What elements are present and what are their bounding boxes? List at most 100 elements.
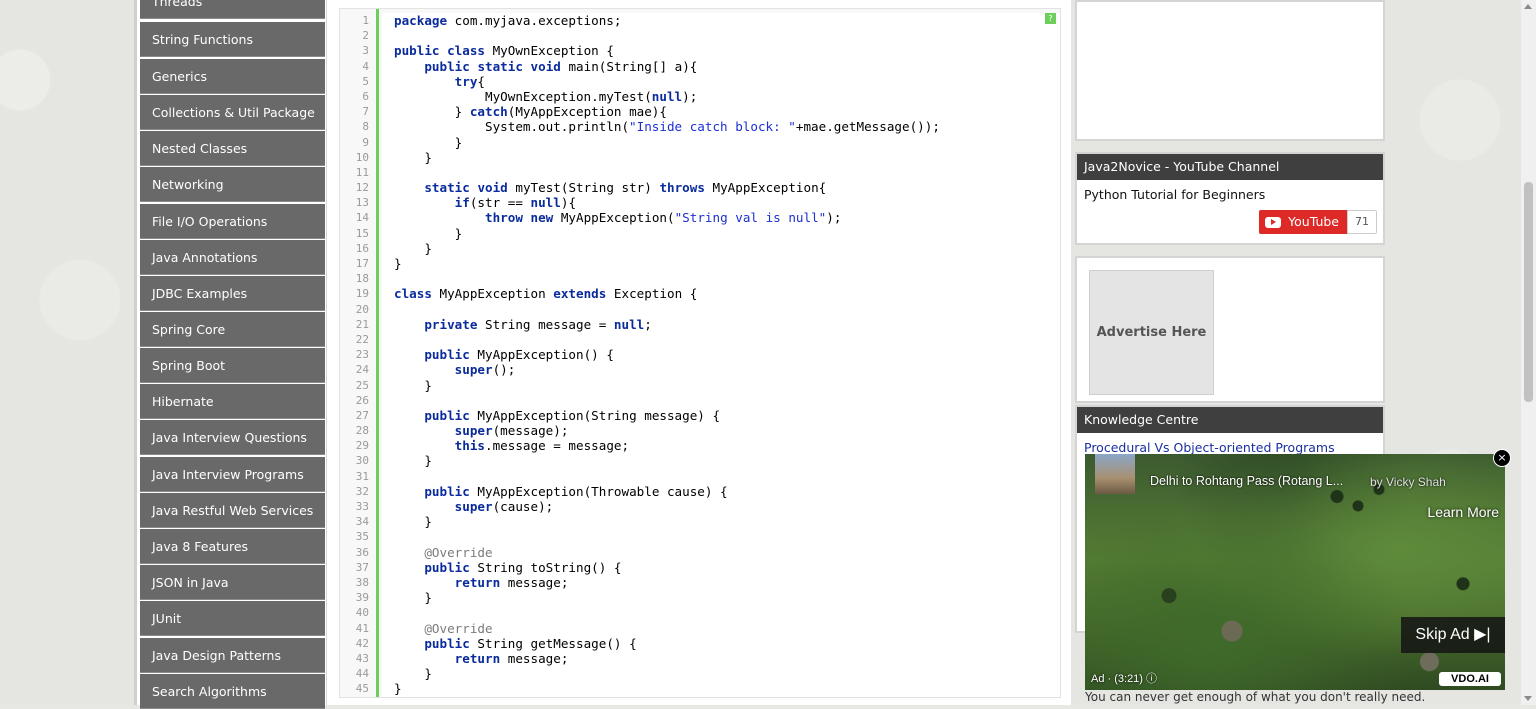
help-icon[interactable]: ?: [1045, 13, 1056, 24]
sidebar-item[interactable]: JUnit: [140, 601, 325, 636]
youtube-play-icon: [1265, 216, 1282, 228]
code-line: }: [394, 681, 402, 697]
code-line: MyOwnException.myTest(null);: [394, 88, 698, 104]
line-number: 4: [362, 59, 369, 73]
code-line: System.out.println("Inside catch block: …: [394, 119, 940, 135]
code-line: public MyAppException() {: [424, 347, 614, 363]
knowledge-centre-header: Knowledge Centre: [1077, 407, 1383, 433]
sidebar-item[interactable]: Networking: [140, 167, 325, 202]
line-number: 6: [362, 89, 369, 103]
ad-info: Ad · (3:21) ⓘ: [1091, 673, 1158, 685]
code-line: private String message = null;: [424, 316, 652, 332]
sidebar-item[interactable]: JDBC Examples: [140, 276, 325, 311]
vdo-ai-logo[interactable]: VDO.AI: [1439, 672, 1501, 686]
scroll-thumb[interactable]: [1524, 182, 1533, 402]
line-number: 44: [355, 667, 369, 681]
code-content: package com.myjava.exceptions; public cl…: [382, 13, 1060, 697]
line-number: 2: [362, 29, 369, 43]
code-line: }: [394, 225, 463, 241]
video-title[interactable]: Delhi to Rohtang Pass (Rotang L...: [1150, 474, 1343, 488]
sidebar-item[interactable]: File I/O Operations: [140, 204, 325, 239]
sidebar-item[interactable]: Search Algorithms: [140, 674, 325, 709]
code-line: super(cause);: [454, 499, 554, 514]
content-panel: 1 2 3 4 5 6 7 8 9 10 11 12 13 14 15 16 17 18 19 20 21 22 23 24 2…: [326, 0, 1071, 705]
code-line: }: [394, 149, 432, 165]
sidebar-item[interactable]: Java Interview Programs: [140, 457, 325, 492]
line-number: 21: [355, 317, 369, 331]
youtube-subscribe-button[interactable]: YouTube 71: [1259, 210, 1377, 234]
learn-more-link[interactable]: Learn More: [1427, 504, 1499, 520]
close-icon[interactable]: ×: [1493, 449, 1511, 467]
line-number: 40: [355, 606, 369, 620]
advertise-panel: Advertise Here: [1075, 256, 1385, 403]
code-line: public class MyOwnException {: [394, 43, 614, 59]
skip-ad-button[interactable]: Skip Ad ▶|: [1401, 617, 1505, 653]
line-number: 25: [355, 378, 369, 392]
code-line: }: [394, 134, 463, 150]
youtube-button-label: YouTube: [1288, 214, 1339, 229]
sidebar-item[interactable]: Collections & Util Package: [140, 95, 325, 130]
sidebar: Threads String Functions Generics Collectio…: [134, 0, 327, 709]
line-number: 39: [355, 591, 369, 605]
line-number: 36: [355, 545, 369, 559]
sidebar-item[interactable]: Spring Core: [140, 312, 325, 347]
code-block: 1 2 3 4 5 6 7 8 9 10 11 12 13 14 15 16 17 18 19 20 21 22 23 24 2…: [339, 8, 1061, 698]
sidebar-item[interactable]: Nested Classes: [140, 131, 325, 166]
line-number: 45: [355, 682, 369, 696]
line-number: 20: [355, 302, 369, 316]
sidebar-item[interactable]: Java Annotations: [140, 240, 325, 275]
video-scenery: [1085, 454, 1505, 690]
scroll-up-icon[interactable]: [1524, 4, 1532, 9]
line-number: 12: [355, 181, 369, 195]
sidebar-item[interactable]: Threads: [140, 0, 325, 19]
line-number: 1: [362, 14, 369, 27]
youtube-subscriber-count: 71: [1347, 210, 1377, 234]
scrollbar[interactable]: [1521, 0, 1536, 705]
sidebar-item[interactable]: JSON in Java: [140, 565, 325, 600]
line-number: 9: [362, 135, 369, 149]
line-number: 24: [355, 363, 369, 377]
sidebar-item[interactable]: Java Restful Web Services: [140, 493, 325, 528]
advertise-here-box[interactable]: Advertise Here: [1089, 270, 1214, 395]
line-number: 29: [355, 439, 369, 453]
code-line: static void myTest(String str) throws My…: [424, 180, 827, 196]
sidebar-item[interactable]: Generics: [140, 59, 325, 94]
line-number: 13: [355, 196, 369, 210]
scroll-down-icon[interactable]: [1524, 696, 1532, 701]
code-line: package com.myjava.exceptions;: [394, 13, 622, 28]
sidebar-item[interactable]: String Functions: [140, 22, 325, 57]
sidebar-item[interactable]: Java Interview Questions: [140, 420, 325, 455]
youtube-channel-text: Python Tutorial for Beginners: [1084, 187, 1266, 202]
code-line: }: [394, 453, 432, 469]
sidebar-item[interactable]: Java Design Patterns: [140, 638, 325, 673]
video-ad[interactable]: Delhi to Rohtang Pass (Rotang L... by Vi…: [1085, 454, 1505, 690]
line-number: 22: [355, 332, 369, 346]
youtube-button-label-wrap[interactable]: YouTube: [1259, 210, 1347, 234]
sidebar-item[interactable]: Java 8 Features: [140, 529, 325, 564]
sidebar-item[interactable]: Spring Boot: [140, 348, 325, 383]
line-number: 10: [355, 150, 369, 164]
line-number: 23: [355, 348, 369, 362]
ad-panel-top: [1075, 0, 1385, 141]
line-number: 38: [355, 575, 369, 589]
code-line: @Override: [424, 620, 493, 636]
line-number: 34: [355, 515, 369, 529]
code-line: }: [394, 377, 432, 393]
line-number: 7: [362, 105, 369, 119]
code-line: public String toString() {: [424, 559, 622, 575]
video-thumbnail[interactable]: [1095, 454, 1135, 494]
sidebar-item[interactable]: Hibernate: [140, 384, 325, 419]
code-line: public static void main(String[] a){: [424, 58, 698, 74]
line-number: 42: [355, 636, 369, 650]
line-number: 33: [355, 500, 369, 513]
code-line: public MyAppException(String message) {: [424, 407, 721, 423]
line-number: 11: [355, 165, 369, 179]
code-line: }: [394, 256, 402, 271]
